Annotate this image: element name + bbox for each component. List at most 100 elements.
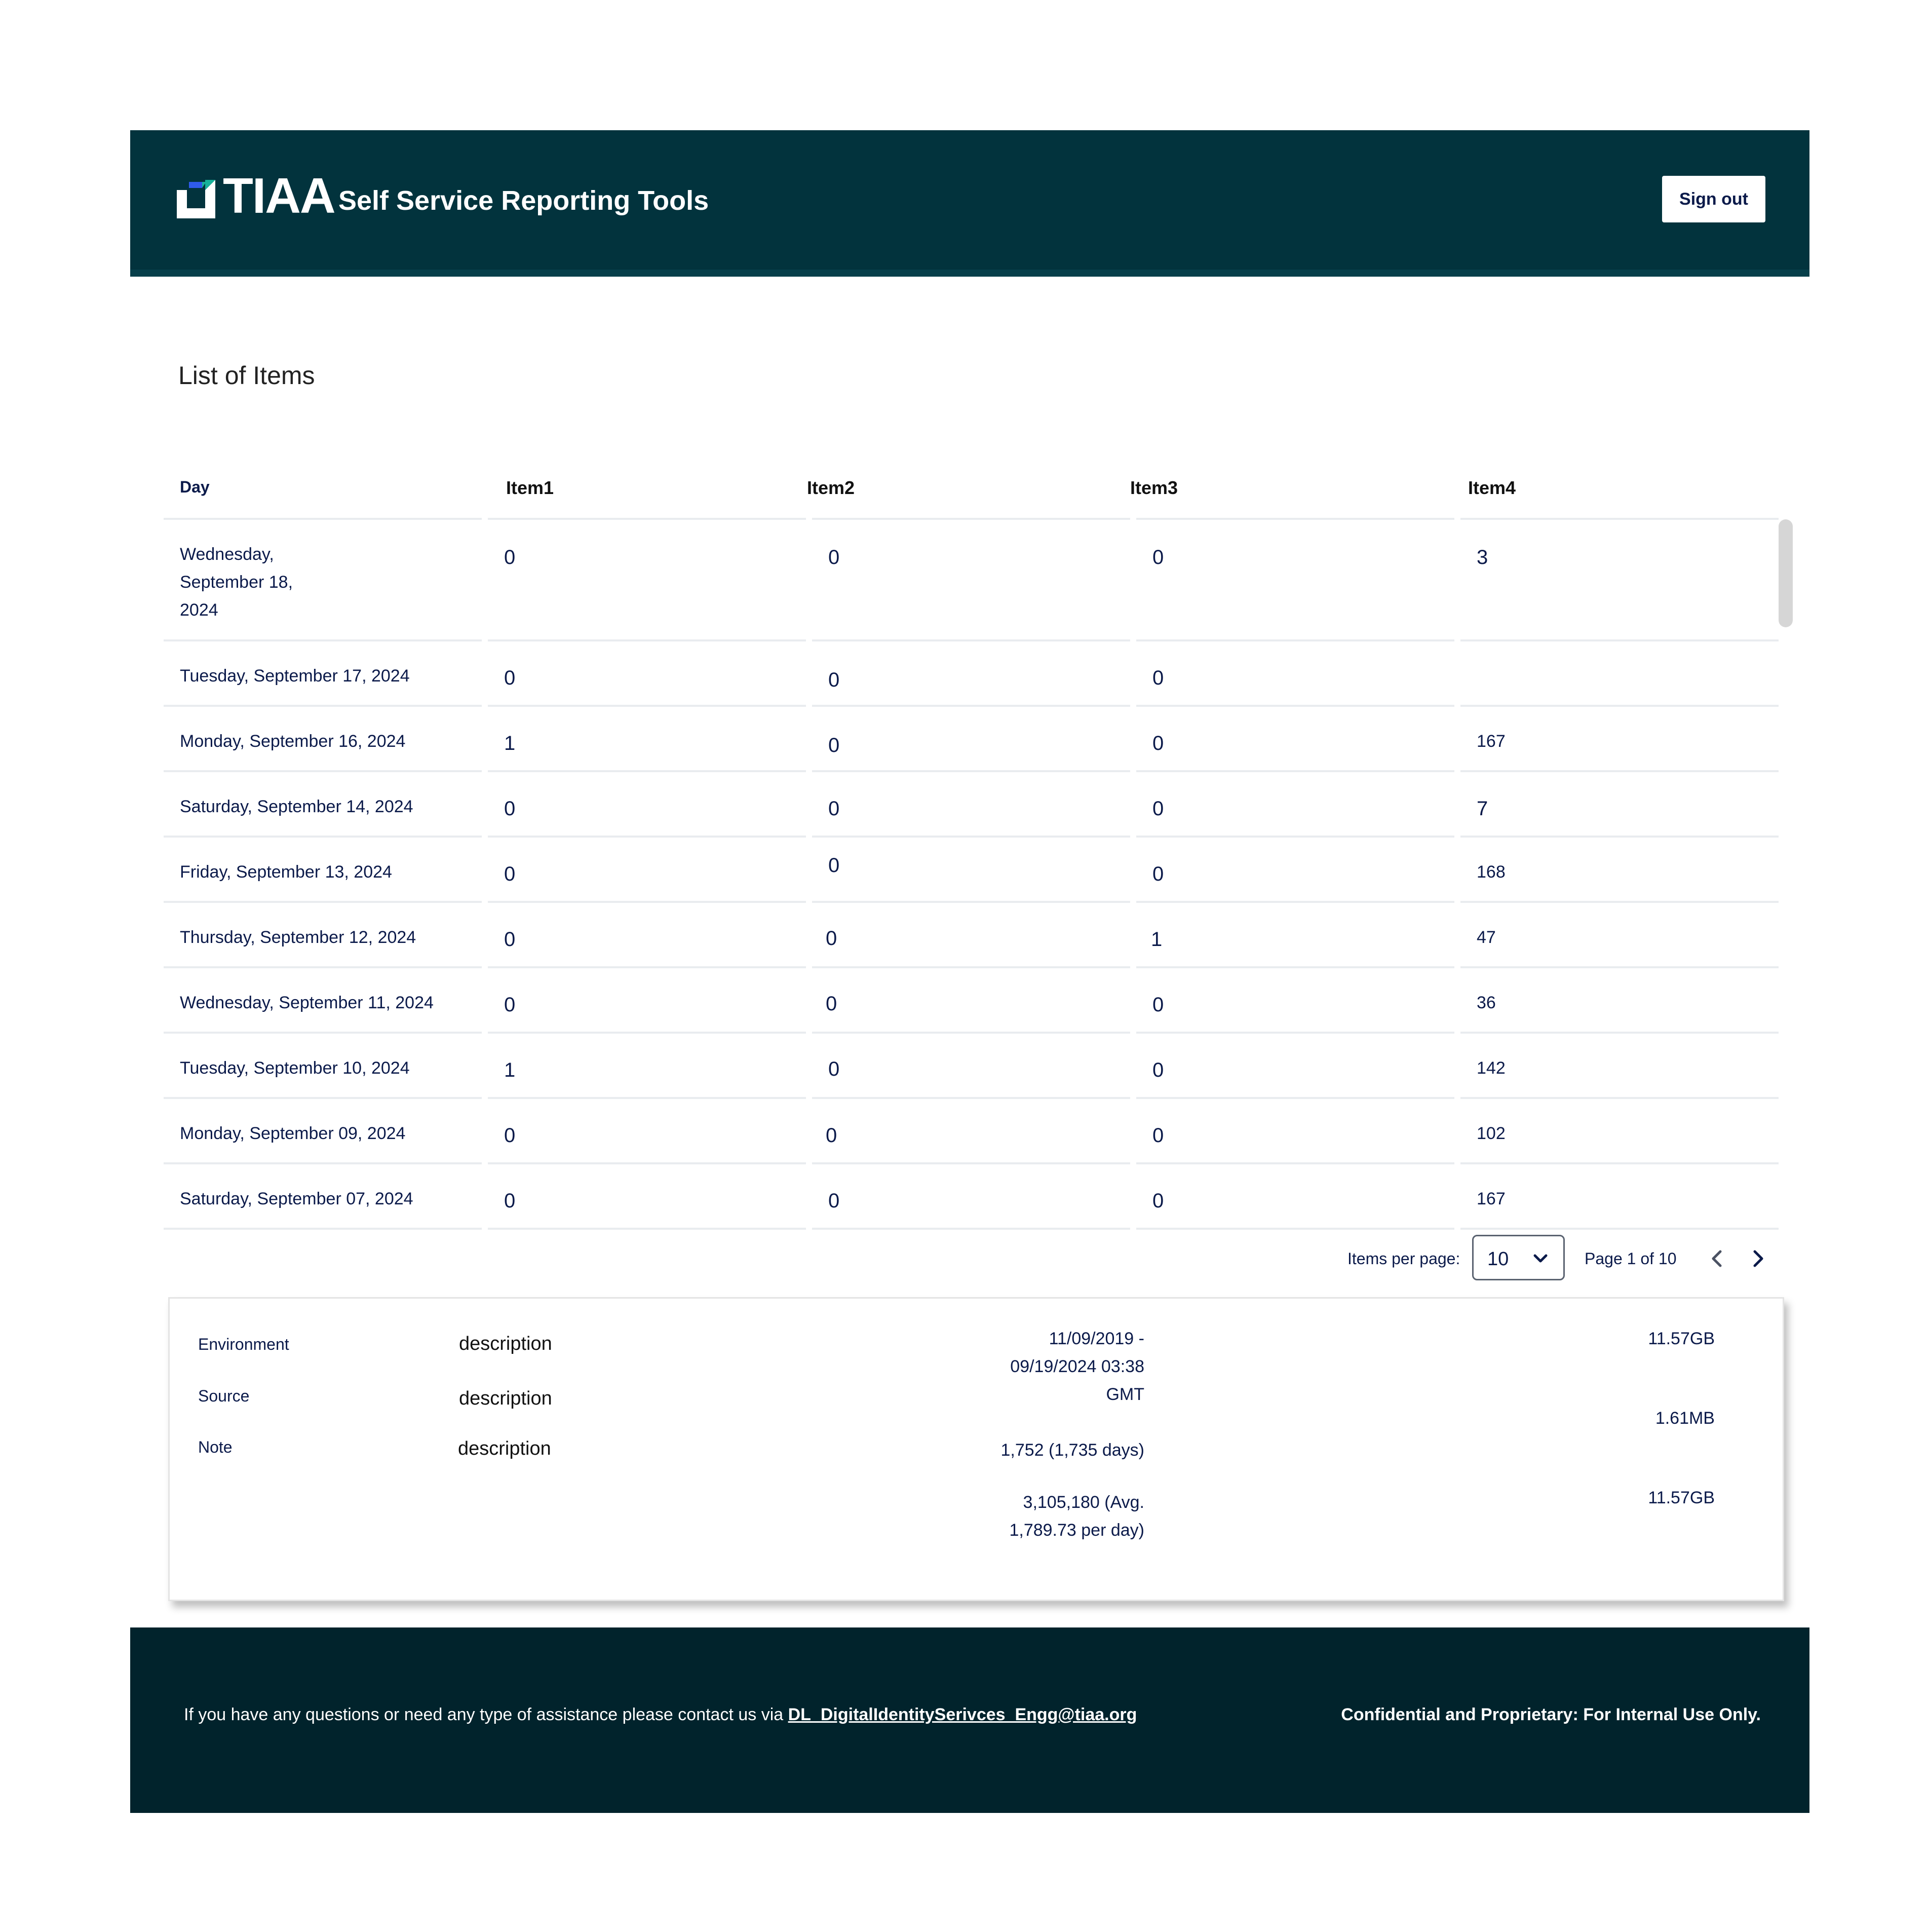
page-status: Page 1 of 10 [1585,1249,1677,1268]
row-divider [488,901,806,903]
table-cell-day: Tuesday, September 10, 2024 [180,1058,410,1078]
items-per-page-select[interactable]: 10 [1472,1235,1565,1280]
row-divider [1460,1032,1779,1034]
table-cell-day: Wednesday, September 11, 2024 [180,993,434,1012]
table-cell-item1: 0 [504,863,516,885]
table-cell-item3: 0 [1152,994,1164,1016]
previous-page-button[interactable] [1707,1247,1727,1270]
row-divider [1460,1228,1779,1230]
environment-description: description [459,1333,552,1354]
row-divider [812,770,1130,772]
table-cell-item1: 1 [504,1059,516,1081]
contact-email-link[interactable]: DL_DigitalIdentitySerivces_Engg@tiaa.org [788,1705,1137,1724]
table-cell-item1: 0 [504,546,516,569]
table-cell-item2: 0 [828,1058,840,1080]
table-cell-item4: 167 [1477,732,1506,751]
page-title: List of Items [178,361,315,390]
table-divider [812,518,1130,520]
row-divider [1136,1032,1454,1034]
summary-card: Environment Source Note description desc… [168,1297,1784,1601]
row-divider [1136,770,1454,772]
row-divider [1136,705,1454,707]
note-label: Note [198,1438,233,1456]
table-cell-item4: 47 [1477,928,1496,947]
table-cell-day: Saturday, September 07, 2024 [180,1189,413,1208]
row-divider [812,639,1130,641]
row-divider [488,705,806,707]
row-divider [164,1162,482,1164]
table-cell-item2: 0 [828,798,840,820]
table-cell-item1: 0 [504,667,516,689]
app-title: Self Service Reporting Tools [338,185,709,216]
sign-out-button[interactable]: Sign out [1662,176,1765,222]
footer-contact-text: If you have any questions or need any ty… [184,1706,1137,1723]
chevron-down-icon [1533,1254,1548,1263]
row-divider [488,1032,806,1034]
table-cell-item3: 0 [1152,863,1164,885]
table-cell-day: Thursday, September 12, 2024 [180,928,416,947]
environment-label: Environment [198,1335,289,1353]
table-cell-item3: 0 [1152,732,1164,754]
logo-wordmark: TIAA [223,168,336,223]
size-value-1: 11.57GB [1648,1329,1715,1348]
row-divider [488,836,806,838]
row-divider [164,836,482,838]
row-divider [812,966,1130,968]
row-divider [1460,639,1779,641]
row-divider [164,1228,482,1230]
table-cell-item2: 0 [828,546,840,569]
table-cell-item3: 1 [1151,928,1163,951]
table-cell-item2: 0 [828,854,840,877]
table-cell-item2: 0 [828,669,840,691]
table-divider [164,518,482,520]
table-cell-item1: 0 [504,1124,516,1147]
table-divider [488,518,806,520]
row-divider [1460,966,1779,968]
row-divider [488,1162,806,1164]
row-divider [1136,901,1454,903]
table-scrollbar-thumb[interactable] [1779,519,1793,627]
app-footer: If you have any questions or need any ty… [130,1627,1809,1813]
row-divider [1136,836,1454,838]
table-cell-item4: 3 [1477,546,1488,569]
row-divider [812,1162,1130,1164]
table-cell-item4: 167 [1477,1189,1506,1208]
row-divider [1460,705,1779,707]
row-divider [1136,1228,1454,1230]
total-count-value: 3,105,180 (Avg. 1,789.73 per day) [1009,1493,1144,1540]
table-cell-item4: 168 [1477,862,1506,882]
row-divider [164,770,482,772]
table-cell-item2: 0 [826,993,837,1015]
row-divider [488,770,806,772]
table-cell-item3: 0 [1152,1190,1164,1212]
column-header-item1: Item1 [506,477,554,498]
table-divider [1136,518,1454,520]
table-cell-item1: 1 [504,732,516,754]
row-divider [812,901,1130,903]
next-page-button[interactable] [1748,1247,1768,1270]
row-divider [164,966,482,968]
row-divider [1136,639,1454,641]
days-count-value: 1,752 (1,735 days) [1000,1441,1144,1460]
row-divider [812,1097,1130,1099]
column-header-item4: Item4 [1468,477,1516,498]
row-divider [164,639,482,641]
table-cell-item4: 36 [1477,993,1496,1012]
table-divider [1460,518,1779,520]
table-cell-item4: 7 [1477,798,1488,820]
note-description: description [458,1438,551,1459]
table-cell-item3: 0 [1152,1059,1164,1081]
table-cell-item1: 0 [504,798,516,820]
row-divider [1460,1097,1779,1099]
row-divider [1460,836,1779,838]
table-cell-day: Monday, September 09, 2024 [180,1124,406,1143]
row-divider [488,1228,806,1230]
table-cell-item2: 0 [826,927,837,950]
row-divider [1460,770,1779,772]
row-divider [1136,1162,1454,1164]
row-divider [812,705,1130,707]
row-divider [164,1097,482,1099]
table-cell-item1: 0 [504,994,516,1016]
table-cell-item2: 0 [828,734,840,756]
table-cell-item1: 0 [504,1190,516,1212]
